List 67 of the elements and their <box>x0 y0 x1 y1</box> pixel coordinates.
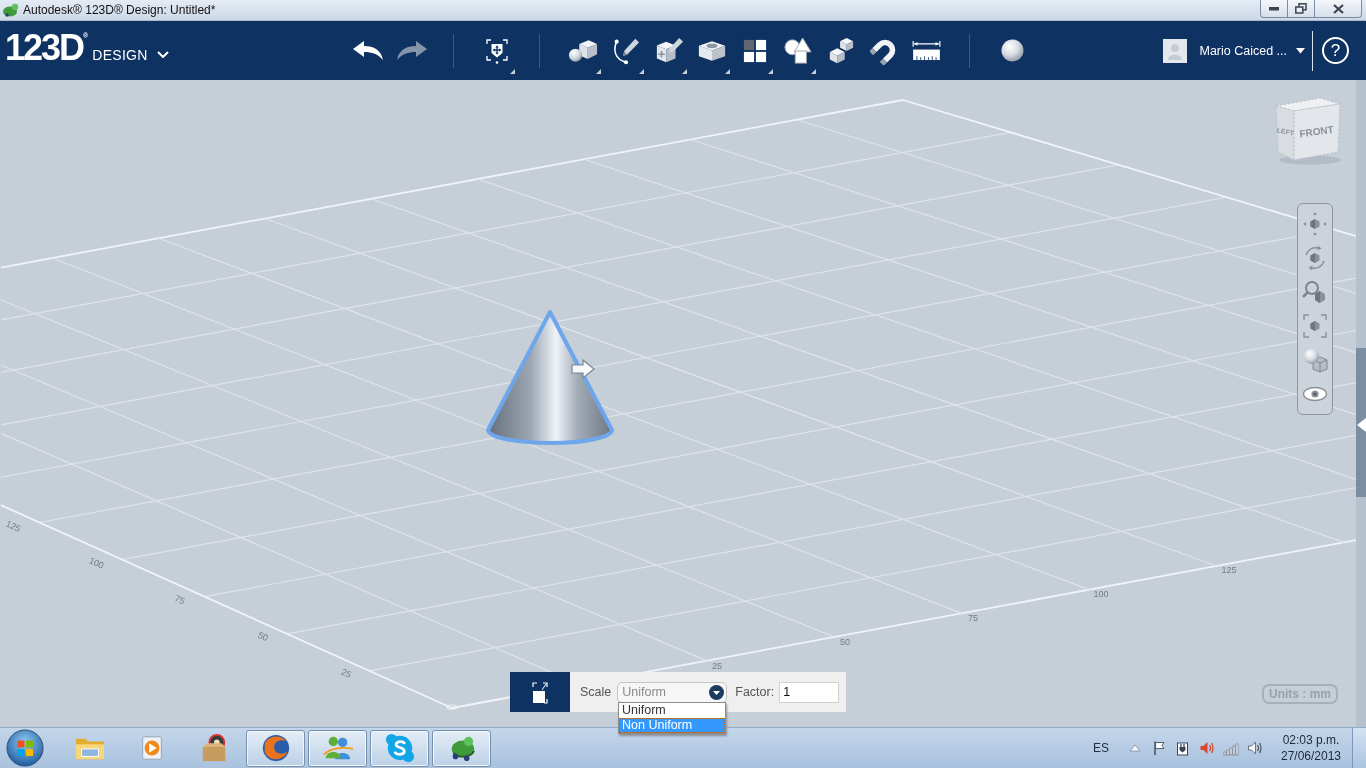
pan-icon[interactable] <box>1301 210 1329 238</box>
close-icon <box>1332 3 1344 14</box>
panel-handle[interactable] <box>1356 348 1366 497</box>
cone-model[interactable] <box>486 310 614 445</box>
speaker-icon[interactable] <box>1199 740 1215 756</box>
arrow-handle-icon[interactable] <box>571 358 595 380</box>
submenu-corner-icon[interactable] <box>639 69 644 74</box>
globe-icon[interactable] <box>260 733 291 763</box>
taskbar-button[interactable] <box>246 729 305 767</box>
avatar-icon <box>1163 38 1188 63</box>
scale-icon <box>510 672 570 712</box>
submenu-corner-icon[interactable] <box>510 69 515 74</box>
submenu-corner-icon[interactable] <box>811 69 816 74</box>
taskbar-button[interactable] <box>432 729 491 767</box>
sphere-icon[interactable] <box>1001 39 1024 62</box>
restore-icon <box>1295 3 1307 14</box>
grid-label: 125 <box>1221 565 1237 575</box>
factor-field[interactable]: 1 <box>779 681 840 703</box>
scale-label: Scale <box>580 685 612 699</box>
minimize-icon <box>1269 6 1279 11</box>
window-title: Autodesk® 123D® Design: Untitled* <box>23 3 216 17</box>
caret-down-icon <box>709 684 725 700</box>
chevron-down-icon <box>156 50 169 58</box>
fit-view-icon[interactable] <box>1301 312 1329 340</box>
grid-label: 75 <box>968 613 978 623</box>
grid-label: 50 <box>256 629 270 644</box>
submenu-corner-icon[interactable] <box>768 69 773 74</box>
people-icon[interactable] <box>321 734 354 762</box>
cube-face-label: FRONT <box>1298 123 1335 140</box>
language-indicator[interactable]: ES <box>1093 741 1109 755</box>
taskbar-button[interactable] <box>308 729 367 767</box>
start-orb-icon[interactable] <box>6 729 44 767</box>
grid-label: 25 <box>712 661 722 671</box>
collapse-arrow-icon[interactable] <box>1357 418 1366 432</box>
grid-squares-icon[interactable] <box>742 38 767 63</box>
clock-date: 27/06/2013 <box>1280 748 1342 764</box>
app-icon <box>2 3 20 17</box>
grid-label: 50 <box>840 637 850 647</box>
submenu-corner-icon[interactable] <box>682 69 687 74</box>
volume-icon[interactable] <box>1247 740 1263 756</box>
taskbar-button[interactable] <box>370 729 429 767</box>
grid-label: 25 <box>339 666 353 680</box>
undo-icon[interactable] <box>352 40 384 61</box>
shapes-icon[interactable] <box>782 36 813 65</box>
restore-button[interactable] <box>1287 0 1315 18</box>
submenu-corner-icon[interactable] <box>596 69 601 74</box>
account-menu-button[interactable]: Mario Caiced ... <box>1199 43 1305 58</box>
grid-label: 75 <box>173 593 187 607</box>
plug-icon[interactable] <box>1175 740 1191 756</box>
close-button[interactable] <box>1314 0 1362 18</box>
minimize-button[interactable] <box>1260 0 1288 18</box>
shield-arrows-icon[interactable] <box>483 36 510 65</box>
submenu-corner-icon[interactable] <box>725 69 730 74</box>
sphere-box-icon[interactable] <box>567 38 598 63</box>
block-hole-icon[interactable] <box>696 38 727 63</box>
chat-bubble-icon[interactable] <box>384 733 415 763</box>
app-menu-button[interactable]: 123D$^{®}$ DESIGN <box>0 21 170 80</box>
ruler-icon[interactable] <box>912 40 941 61</box>
clock-time: 02:03 p.m. <box>1282 732 1340 748</box>
grid-label: 125 <box>4 518 23 534</box>
help-button[interactable]: ? <box>1322 37 1349 64</box>
caret-down-icon <box>1296 47 1305 54</box>
dropdown-option[interactable]: Uniform <box>619 703 725 718</box>
flag-icon[interactable] <box>1151 740 1167 756</box>
grid-label: 100 <box>87 555 106 571</box>
grid-label: 100 <box>1093 589 1109 599</box>
factor-label: Factor: <box>735 685 775 699</box>
